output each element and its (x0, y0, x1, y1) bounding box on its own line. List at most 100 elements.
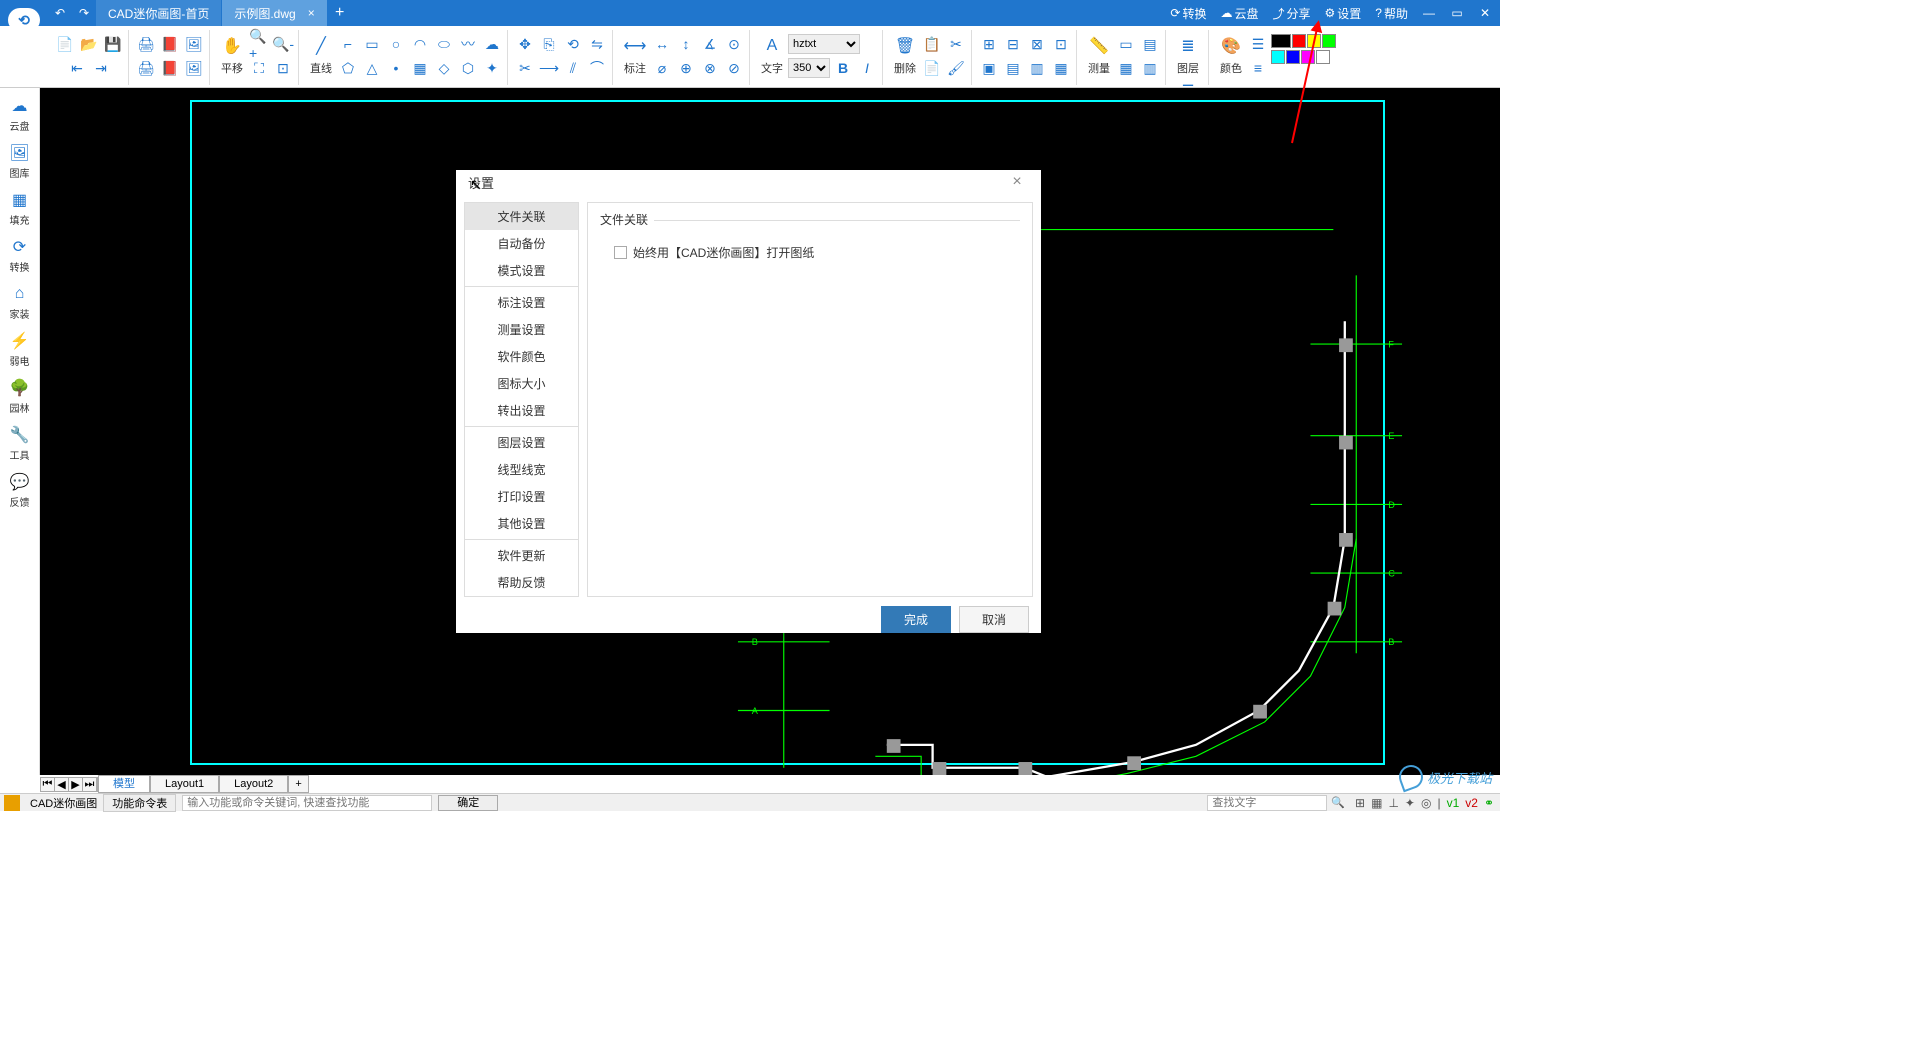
zoom-extents-icon[interactable]: ⊡ (272, 57, 294, 79)
dim2-icon[interactable]: ↕ (675, 33, 697, 55)
t2-icon[interactable]: ⊟ (1002, 33, 1024, 55)
t6-icon[interactable]: ▤ (1002, 57, 1024, 79)
pdf-icon[interactable]: 📕 (159, 33, 181, 55)
italic-button[interactable]: I (856, 57, 878, 79)
import-icon[interactable]: ⇤ (66, 57, 88, 79)
sidebar-convert[interactable]: ⟳转换 (0, 233, 39, 278)
maximize-button[interactable]: ▭ (1446, 2, 1468, 24)
tab-document[interactable]: 示例图.dwg× (222, 0, 326, 26)
dialog-close-button[interactable]: × (1005, 170, 1029, 194)
always-open-checkbox[interactable] (614, 246, 627, 259)
dialog-confirm-button[interactable]: 完成 (881, 606, 951, 633)
ds-help-feedback[interactable]: 帮助反馈 (465, 569, 578, 596)
color-tool[interactable]: 🎨 颜色 (1215, 32, 1247, 80)
help-button[interactable]: ?帮助 (1371, 5, 1412, 22)
shape7-icon[interactable]: ✦ (481, 57, 503, 79)
ds-software-color[interactable]: 软件颜色 (465, 343, 578, 370)
dim6-icon[interactable]: ⊕ (675, 57, 697, 79)
ds-mode-settings[interactable]: 模式设置 (465, 257, 578, 284)
rect-icon[interactable]: ▭ (361, 33, 383, 55)
grid-icon[interactable]: ▦ (1371, 796, 1382, 810)
zoom-in-icon[interactable]: 🔍+ (248, 33, 270, 55)
ds-measure-settings[interactable]: 测量设置 (465, 316, 578, 343)
cloud-icon[interactable]: ☁ (481, 33, 503, 55)
t7-icon[interactable]: ▥ (1026, 57, 1048, 79)
triangle-icon[interactable]: △ (361, 57, 383, 79)
tab-first-icon[interactable]: ⏮ (41, 778, 55, 791)
command-input[interactable] (182, 795, 432, 811)
color-black-white[interactable] (1271, 34, 1291, 48)
print2-icon[interactable]: 🖨 (135, 57, 157, 79)
ortho-icon[interactable]: ⊥ (1388, 796, 1398, 810)
color-magenta[interactable] (1301, 50, 1315, 64)
new-file-icon[interactable]: 📄 (54, 33, 76, 55)
redo-button[interactable]: ↷ (72, 1, 96, 25)
dim3-icon[interactable]: ∡ (699, 33, 721, 55)
copy-icon[interactable]: ⎘ (538, 33, 560, 55)
search-text-input[interactable] (1207, 795, 1327, 811)
share-button[interactable]: ⤴分享 (1268, 5, 1314, 22)
lineweight-icon[interactable]: ≡ (1247, 57, 1269, 79)
tab-layout2[interactable]: Layout2 (219, 775, 288, 793)
m1-icon[interactable]: ▭ (1115, 33, 1137, 55)
cloud-button[interactable]: ☁云盘 (1216, 5, 1262, 22)
dim4-icon[interactable]: ⊙ (723, 33, 745, 55)
hatch-icon[interactable]: ▦ (409, 57, 431, 79)
font-select[interactable]: hztxt (788, 34, 860, 54)
app-logo[interactable]: ⟲ (0, 6, 48, 34)
tab-model[interactable]: 模型 (98, 775, 150, 793)
rotate-icon[interactable]: ⟲ (562, 33, 584, 55)
tab-layout1[interactable]: Layout1 (150, 775, 219, 793)
convert-button[interactable]: ⟳转换 (1166, 5, 1210, 22)
zoom-out-icon[interactable]: 🔍- (272, 33, 294, 55)
tab-prev-icon[interactable]: ◀ (55, 778, 69, 791)
pdf2-icon[interactable]: 📕 (159, 57, 181, 79)
link-icon[interactable]: ⚭ (1484, 796, 1494, 810)
ds-software-update[interactable]: 软件更新 (465, 542, 578, 569)
extend-icon[interactable]: ⟶ (538, 57, 560, 79)
ds-anno-settings[interactable]: 标注设置 (465, 289, 578, 316)
circle-icon[interactable]: ○ (385, 33, 407, 55)
dialog-cancel-button[interactable]: 取消 (959, 606, 1029, 633)
t4-icon[interactable]: ⊡ (1050, 33, 1072, 55)
polar-icon[interactable]: ✦ (1405, 796, 1415, 810)
export-icon[interactable]: ⇥ (90, 57, 112, 79)
tab-last-icon[interactable]: ⏭ (83, 778, 97, 791)
dim5-icon[interactable]: ⌀ (651, 57, 673, 79)
zoom-window-icon[interactable]: ⛶ (248, 57, 270, 79)
print-icon[interactable]: 🖨 (135, 33, 157, 55)
shape5-icon[interactable]: ◇ (433, 57, 455, 79)
text-tool[interactable]: A 文字 (756, 32, 788, 80)
move-icon[interactable]: ✥ (514, 33, 536, 55)
ds-export-settings[interactable]: 转出设置 (465, 397, 578, 424)
sidebar-cloud[interactable]: ☁云盘 (0, 92, 39, 137)
open-file-icon[interactable]: 📂 (78, 33, 100, 55)
confirm-button[interactable]: 确定 (438, 795, 498, 811)
v1-icon[interactable]: v1 (1447, 796, 1460, 810)
paste-icon[interactable]: 📄 (921, 57, 943, 79)
trim-icon[interactable]: ✂ (514, 57, 536, 79)
v2-icon[interactable]: v2 (1465, 796, 1478, 810)
minimize-button[interactable]: — (1418, 2, 1440, 24)
fillet-icon[interactable]: ⌒ (586, 57, 608, 79)
spline-icon[interactable]: 〰 (457, 33, 479, 55)
ds-print-settings[interactable]: 打印设置 (465, 483, 578, 510)
close-window-button[interactable]: ✕ (1474, 2, 1496, 24)
offset-icon[interactable]: ⫽ (562, 57, 584, 79)
t3-icon[interactable]: ⊠ (1026, 33, 1048, 55)
sidebar-garden[interactable]: 🌳园林 (0, 374, 39, 419)
measure-tool[interactable]: 📏 测量 (1083, 32, 1115, 80)
ds-layer-settings[interactable]: 图层设置 (465, 429, 578, 456)
ds-line-weight[interactable]: 线型线宽 (465, 456, 578, 483)
cmd-table-button[interactable]: 功能命令表 (103, 794, 176, 812)
t8-icon[interactable]: ▦ (1050, 57, 1072, 79)
polyline-icon[interactable]: ⌐ (337, 33, 359, 55)
search-icon[interactable]: 🔍 (1327, 796, 1349, 809)
tab-close-icon[interactable]: × (308, 6, 315, 20)
ds-auto-backup[interactable]: 自动备份 (465, 230, 578, 257)
settings-button[interactable]: ⚙设置 (1321, 5, 1366, 22)
layer-tool[interactable]: ≣ 图层 (1172, 32, 1204, 78)
dim1-icon[interactable]: ↔ (651, 33, 673, 55)
osnap-icon[interactable]: ◎ (1421, 796, 1431, 810)
color-green[interactable] (1322, 34, 1336, 48)
